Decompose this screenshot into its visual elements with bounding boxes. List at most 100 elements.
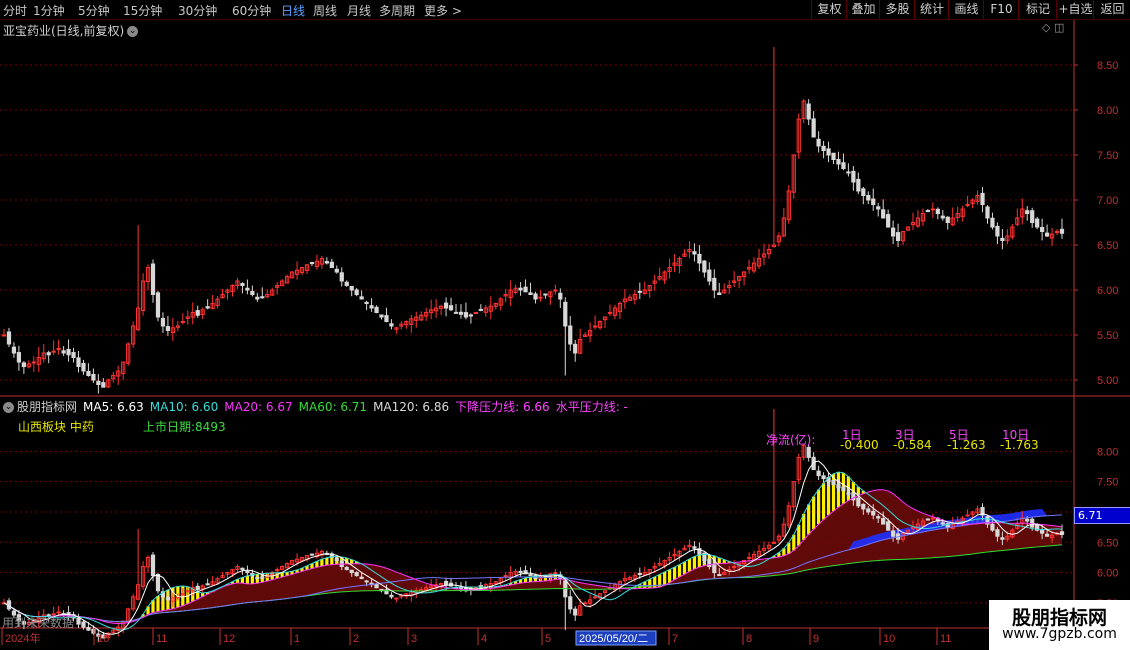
main-candle xyxy=(240,283,245,287)
main-candle xyxy=(304,264,310,272)
trend-bar xyxy=(235,579,240,583)
sub-candle xyxy=(369,582,374,586)
sub-candle xyxy=(299,556,305,562)
main-candle xyxy=(61,350,66,354)
sub-candle xyxy=(563,580,568,598)
trend-bar xyxy=(245,575,250,584)
main-candle xyxy=(463,312,469,318)
period-tab-0[interactable]: 分时 xyxy=(3,2,27,19)
sub-candle xyxy=(309,553,315,556)
sub-candle xyxy=(483,584,488,589)
sub-candle xyxy=(861,503,866,510)
indicator-header: ⌄ 股朋指标网 MA5: 6.63 MA10: 6.60 MA20: 6.67 MA60:… xyxy=(3,398,634,415)
sub-candle xyxy=(751,553,757,561)
sub-candle xyxy=(717,574,722,577)
sub-candle xyxy=(478,585,483,588)
trend-bar xyxy=(255,574,259,584)
sub-candle xyxy=(1040,530,1045,534)
period-tab-10[interactable]: 更多 > xyxy=(424,2,462,19)
time-label: 9 xyxy=(813,633,819,645)
main-candle xyxy=(294,269,300,275)
diamond-icon[interactable]: ◇ xyxy=(1042,21,1050,34)
toolbar-button-2[interactable]: 多股 xyxy=(879,0,915,19)
list-date: 上市日期:8493 xyxy=(143,420,226,434)
main-candle xyxy=(980,192,985,206)
main-candle xyxy=(955,213,960,219)
main-candle xyxy=(558,292,563,300)
main-candle xyxy=(96,380,101,386)
main-candle xyxy=(150,263,156,296)
main-candle xyxy=(548,291,553,298)
period-tab-3[interactable]: 15分钟 xyxy=(123,2,162,19)
period-tab-9[interactable]: 多周期 xyxy=(379,2,415,19)
main-candle xyxy=(324,261,329,264)
main-candle xyxy=(836,158,841,165)
sub-candle xyxy=(468,588,474,591)
sub-candle xyxy=(106,632,111,639)
time-label: 2 xyxy=(353,633,359,645)
main-candle xyxy=(314,260,320,267)
period-tab-5[interactable]: 60分钟 xyxy=(232,2,271,19)
watermark: 股朋指标网 www.7gpzb.com xyxy=(989,600,1130,650)
sub-candle xyxy=(503,575,508,578)
toolbar-button-4[interactable]: 画线 xyxy=(948,0,984,19)
main-candle xyxy=(682,253,687,257)
main-candle xyxy=(637,290,642,293)
toolbar-button-8[interactable]: 返回 xyxy=(1093,0,1130,19)
stock-title[interactable]: 亚宝药业(日线,前复权) ⌄ xyxy=(3,22,139,39)
sub-candle xyxy=(990,523,995,531)
main-candle xyxy=(270,289,275,296)
main-candle xyxy=(443,302,449,309)
dropdown-icon[interactable]: ⌄ xyxy=(127,26,139,37)
trend-bar xyxy=(265,573,269,582)
main-candle xyxy=(409,318,414,325)
toolbar-button-6[interactable]: 标记 xyxy=(1018,0,1057,19)
sub-candle xyxy=(101,634,106,639)
main-candle xyxy=(940,215,945,219)
main-candle xyxy=(806,103,811,120)
ma60-line xyxy=(3,514,1063,623)
main-candle xyxy=(1015,217,1020,225)
sub-candle xyxy=(712,564,717,574)
main-candle xyxy=(458,311,464,315)
toolbar-button-0[interactable]: 复权 xyxy=(811,0,847,19)
main-candle xyxy=(26,363,31,368)
main-candle xyxy=(523,286,528,293)
sub-candle xyxy=(379,588,384,592)
main-candle xyxy=(1020,208,1025,218)
toolbar-button-3[interactable]: 统计 xyxy=(914,0,949,19)
sub-candle xyxy=(399,595,404,598)
sub-candle xyxy=(255,576,260,580)
trend-bar xyxy=(295,569,299,573)
panel-icon[interactable]: ◫ xyxy=(1054,21,1064,34)
main-candle xyxy=(86,370,91,376)
indicator-dropdown-icon[interactable]: ⌄ xyxy=(3,402,14,413)
main-candle xyxy=(175,325,180,328)
chart-options[interactable]: ◇ ◫ xyxy=(1042,21,1064,34)
period-tab-6[interactable]: 日线 xyxy=(281,2,305,19)
sub-candle xyxy=(732,566,737,569)
trend-bar xyxy=(230,581,235,584)
sub-candle xyxy=(900,532,906,540)
price-chart[interactable]: 8.50 8.00 7.50 7.00 6.50 6.00 5.50 5.00 8.00 7.50… xyxy=(0,0,1130,650)
period-tab-7[interactable]: 周线 xyxy=(313,2,337,19)
toolbar-button-7[interactable]: +自选 xyxy=(1056,0,1094,19)
period-tab-4[interactable]: 30分钟 xyxy=(178,2,217,19)
sub-candle xyxy=(76,617,81,625)
period-tab-2[interactable]: 5分钟 xyxy=(78,2,110,19)
main-candle xyxy=(632,294,637,300)
main-candle xyxy=(915,217,921,227)
main-candle xyxy=(766,249,772,255)
flow-value-3: -0.584 xyxy=(893,438,932,452)
trend-bar xyxy=(633,586,637,589)
toolbar-button-1[interactable]: 叠加 xyxy=(846,0,880,19)
trend-bar xyxy=(663,571,667,586)
main-candle xyxy=(985,206,990,219)
sub-candle xyxy=(761,547,767,551)
main-candle xyxy=(920,213,926,222)
main-candle xyxy=(56,348,61,350)
sub-candle xyxy=(518,570,523,574)
period-tab-1[interactable]: 1分钟 xyxy=(33,2,65,19)
toolbar-button-5[interactable]: F10 xyxy=(983,0,1019,19)
period-tab-8[interactable]: 月线 xyxy=(347,2,371,19)
